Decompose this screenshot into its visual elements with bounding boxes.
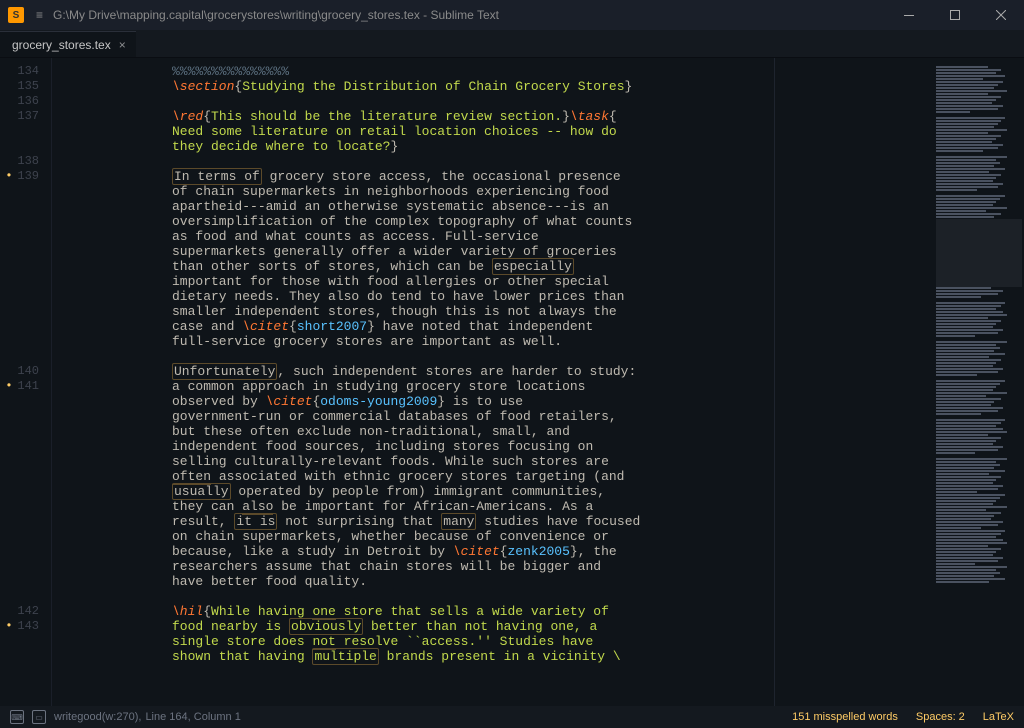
line-number: 141 — [0, 379, 39, 394]
line-number: 138 — [0, 154, 39, 169]
line-number: 143 — [0, 619, 39, 634]
app-icon: S — [8, 7, 24, 23]
maximize-button[interactable] — [932, 0, 978, 30]
line-number: 140 — [0, 364, 39, 379]
tab-label: grocery_stores.tex — [12, 38, 111, 52]
menu-icon[interactable]: ≡ — [36, 8, 43, 22]
console-icon[interactable]: ▭ — [32, 710, 46, 724]
status-spaces[interactable]: Spaces: 2 — [916, 711, 965, 723]
minimap-viewport[interactable] — [936, 219, 1022, 287]
window-title: G:\My Drive\mapping.capital\grocerystore… — [53, 8, 886, 22]
status-line-col[interactable]: Line 164, Column 1 — [145, 711, 240, 723]
line-number: 142 — [0, 604, 39, 619]
status-writegood[interactable]: writegood(w:270), — [54, 711, 141, 723]
line-number: 134 — [0, 64, 39, 79]
line-number: 135 — [0, 79, 39, 94]
main-area: 134 135 136 137 138 139 140 141 142 143 … — [0, 58, 1024, 706]
line-gutter: 134 135 136 137 138 139 140 141 142 143 — [0, 58, 52, 706]
file-tab[interactable]: grocery_stores.tex × — [0, 31, 136, 57]
panel-icon[interactable]: ⌨ — [10, 710, 24, 724]
status-misspelled[interactable]: 151 misspelled words — [792, 711, 898, 723]
line-number: 136 — [0, 94, 39, 109]
status-bar: ⌨ ▭ writegood(w:270), Line 164, Column 1… — [0, 706, 1024, 728]
ruler-line — [774, 58, 775, 706]
window-titlebar: S ≡ G:\My Drive\mapping.capital\grocerys… — [0, 0, 1024, 30]
tab-bar: grocery_stores.tex × — [0, 30, 1024, 58]
minimap[interactable] — [934, 58, 1024, 706]
minimize-button[interactable] — [886, 0, 932, 30]
close-button[interactable] — [978, 0, 1024, 30]
code-editor[interactable]: %%%%%%%%%%%%%%% \section{Studying the Di… — [52, 58, 934, 706]
tab-close-icon[interactable]: × — [119, 38, 126, 52]
line-number: 139 — [0, 169, 39, 184]
line-number: 137 — [0, 109, 39, 124]
status-syntax[interactable]: LaTeX — [983, 711, 1014, 723]
